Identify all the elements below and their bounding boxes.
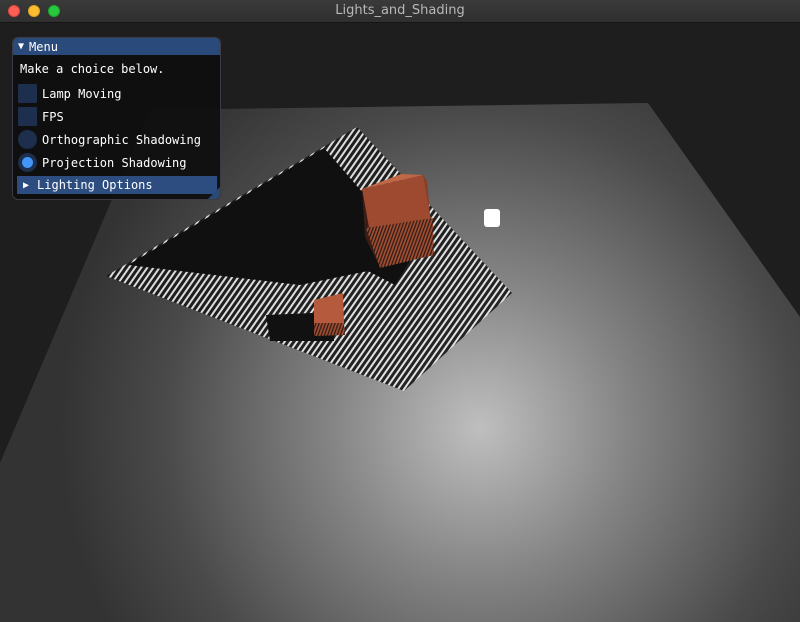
window-title: Lights_and_Shading [335,3,465,18]
fps-option[interactable]: FPS [18,107,216,126]
projection-shadowing-option[interactable]: Projection Shadowing [18,153,216,172]
lamp-light[interactable] [484,209,500,227]
app-window: Lights_and_Shading ▼ Menu Make a choice … [0,0,800,622]
small-cube [314,293,345,336]
lamp-moving-option[interactable]: Lamp Moving [18,84,216,103]
menu-header[interactable]: ▼ Menu [13,38,220,55]
lighting-options-header[interactable]: ▶ Lighting Options [17,176,217,194]
orthographic-shadowing-option[interactable]: Orthographic Shadowing [18,130,216,149]
fps-label: FPS [42,109,64,124]
title-bar: Lights_and_Shading [0,0,800,23]
projection-shadowing-radio[interactable] [18,153,37,172]
menu-title: Menu [29,39,58,54]
menu-panel: ▼ Menu Make a choice below. Lamp Moving … [12,37,221,200]
expand-triangle-icon[interactable]: ▶ [23,180,29,191]
lighting-options-label: Lighting Options [37,178,153,192]
projection-shadowing-label: Projection Shadowing [42,155,187,170]
menu-prompt: Make a choice below. [20,62,165,76]
orthographic-shadowing-radio[interactable] [18,130,37,149]
lamp-moving-label: Lamp Moving [42,86,122,101]
collapse-triangle-icon[interactable]: ▼ [18,41,24,52]
resize-grip[interactable] [208,187,220,199]
fps-checkbox[interactable] [18,107,37,126]
orthographic-shadowing-label: Orthographic Shadowing [42,132,201,147]
lamp-moving-checkbox[interactable] [18,84,37,103]
menu-body: Make a choice below. Lamp Moving FPS Ort… [13,55,220,194]
